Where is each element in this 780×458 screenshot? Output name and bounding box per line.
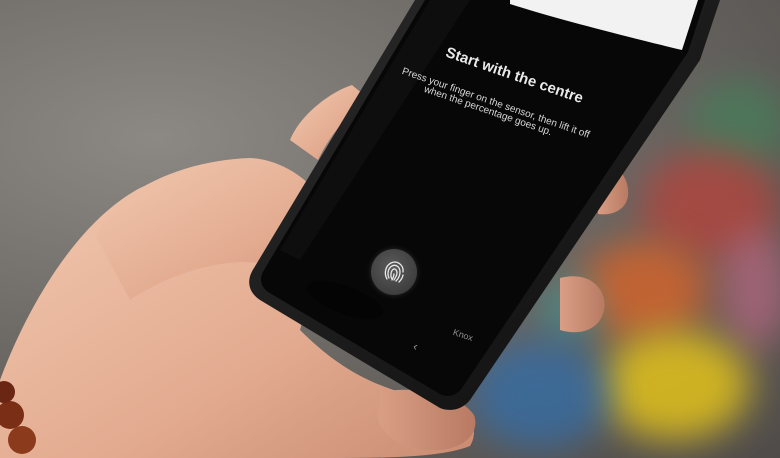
photo-scene: Start with the centre Press your finger …	[0, 0, 780, 458]
finger-shadow	[307, 281, 383, 319]
